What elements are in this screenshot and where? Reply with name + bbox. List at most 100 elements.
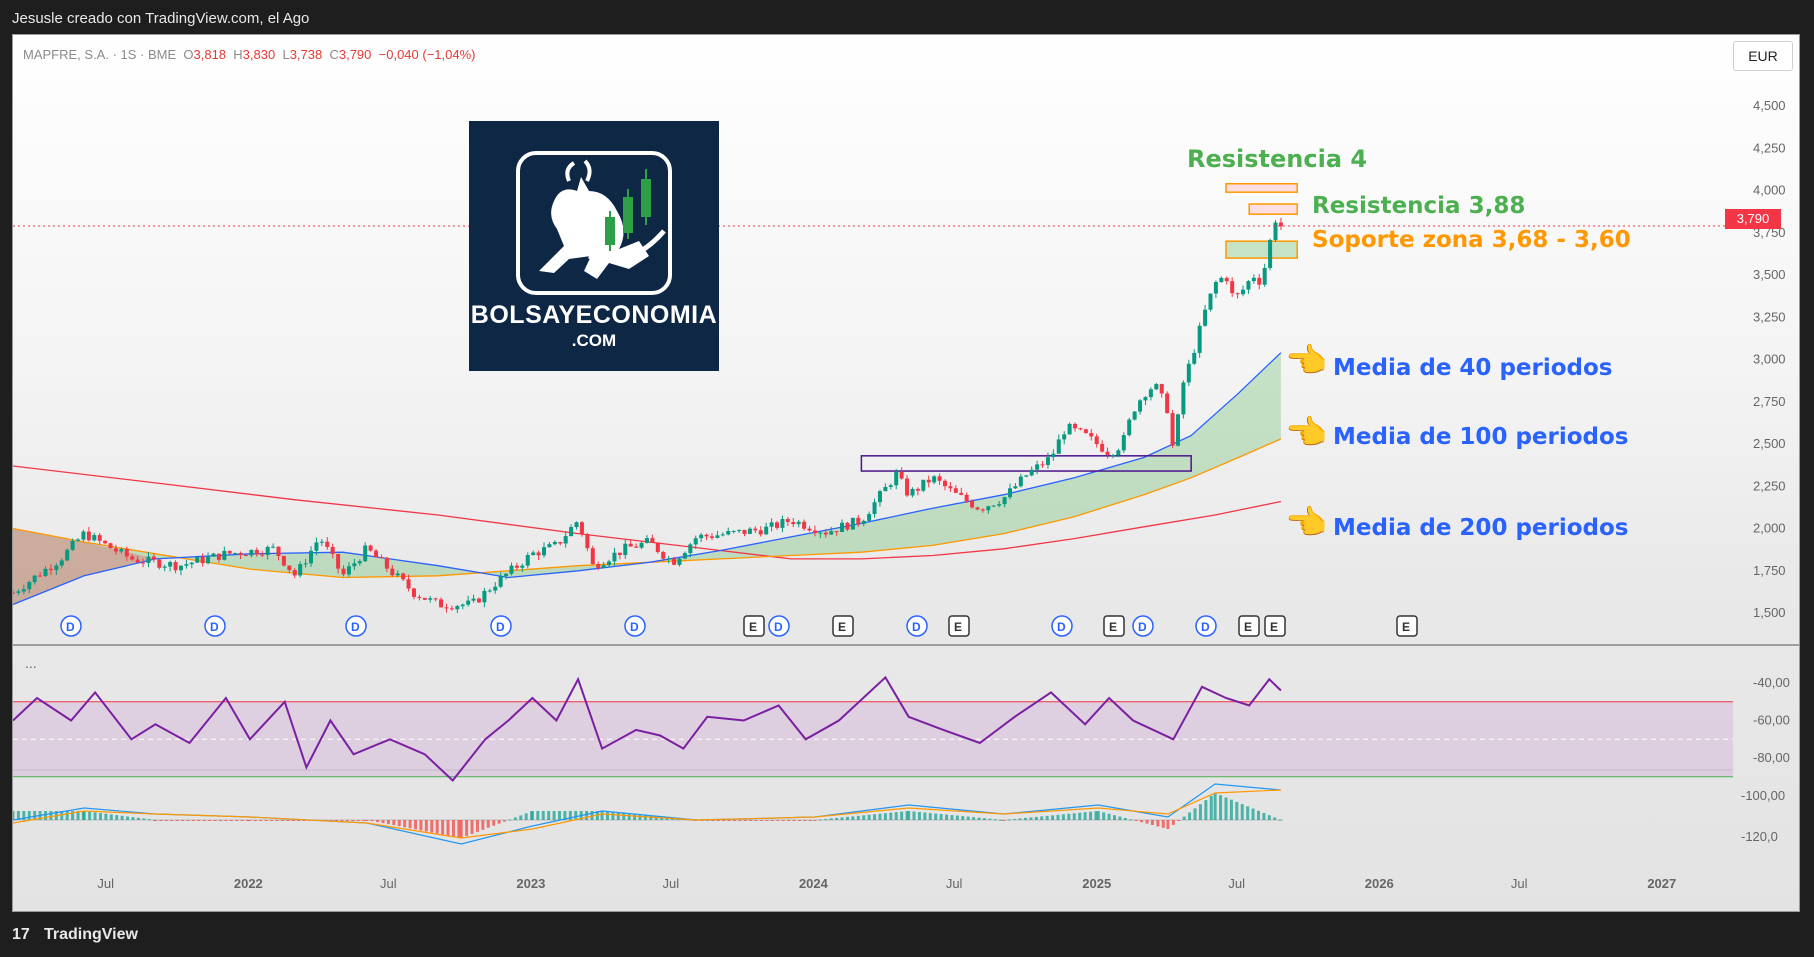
macd-histogram-bar — [280, 820, 284, 821]
macd-histogram-bar — [894, 812, 898, 820]
annotation-support-zone[interactable]: Soporte zona 3,68 - 3,60 — [1312, 227, 1631, 253]
candle-body — [504, 573, 509, 576]
macd-histogram-bar — [508, 819, 512, 821]
candle-body — [341, 568, 346, 575]
candle-body — [1192, 352, 1197, 364]
candle-body — [13, 592, 15, 594]
candle-body — [411, 588, 416, 597]
macd-histogram-bar — [202, 820, 206, 821]
candle-body — [1067, 423, 1072, 435]
macd-histogram-bar — [191, 820, 195, 821]
candle-body — [867, 514, 872, 521]
macd-histogram-bar — [397, 820, 401, 827]
candle-body — [1268, 239, 1273, 268]
candle-body — [184, 564, 189, 566]
macd-histogram-bar — [638, 814, 642, 820]
annotation-ma40[interactable]: Media de 40 periodos — [1333, 355, 1613, 381]
macd-histogram-bar — [955, 815, 959, 820]
macd-histogram-bar — [818, 819, 822, 821]
candle-body — [238, 552, 243, 556]
macd-histogram-bar — [481, 820, 485, 830]
candle-body — [379, 557, 384, 559]
y-axis-tick-label: 3,250 — [1753, 309, 1786, 324]
macd-histogram-bar — [340, 820, 344, 821]
candle-body — [1105, 451, 1110, 456]
candle-body — [54, 565, 59, 571]
event-marker-label: E — [954, 620, 962, 634]
annotation-resistance-388[interactable]: Resistencia 3,88 — [1312, 193, 1525, 219]
macd-histogram-bar — [218, 820, 222, 821]
macd-histogram-bar — [259, 820, 263, 821]
macd-histogram-bar — [1145, 820, 1149, 824]
candle-body — [298, 564, 303, 576]
macd-histogram-bar — [1134, 820, 1138, 821]
candle-body — [227, 550, 232, 554]
macd-histogram-bar — [1182, 816, 1186, 820]
candle-body — [775, 522, 780, 528]
macd-histogram-bar — [530, 811, 534, 820]
macd-histogram-bar — [519, 815, 523, 820]
currency-selector[interactable]: EUR — [1733, 41, 1793, 71]
tradingview-brand[interactable]: TradingView — [44, 926, 138, 944]
tradingview-logo-icon[interactable]: 17 — [12, 926, 30, 944]
macd-axis-tick-label: -120,0 — [1741, 829, 1778, 844]
candle-body — [1029, 469, 1034, 476]
macd-histogram-bar — [765, 820, 769, 821]
annotation-resistance-4[interactable]: Resistencia 4 — [1187, 145, 1367, 173]
bull-logo-icon — [516, 151, 672, 295]
candle-body — [406, 579, 411, 589]
candle-body — [346, 566, 351, 575]
macd-histogram-bar — [49, 811, 53, 820]
macd-histogram-bar — [224, 820, 228, 821]
annotation-ma200[interactable]: Media de 200 periodos — [1333, 515, 1629, 541]
y-axis-tick-label: 4,250 — [1753, 140, 1786, 155]
candle-body — [48, 568, 53, 571]
candle-body — [525, 555, 530, 566]
macd-histogram-bar — [381, 820, 385, 824]
close-value: 3,790 — [338, 47, 372, 62]
macd-histogram-bar — [136, 817, 140, 820]
macd-histogram-bar — [1213, 793, 1217, 820]
candle-body — [216, 553, 221, 560]
candle-body — [791, 522, 796, 525]
candle-body — [222, 550, 227, 560]
candle-body — [720, 534, 725, 536]
candle-body — [617, 552, 622, 555]
y-axis-tick-label: 1,500 — [1753, 605, 1786, 620]
brand-name: BOLSAYECONOMIA — [470, 301, 718, 329]
symbol-name[interactable]: MAPFRE, S.A. · 1S · BME — [23, 47, 176, 62]
candle-body — [861, 520, 866, 524]
annotation-ma100[interactable]: Media de 100 periodos — [1333, 424, 1629, 450]
macd-histogram-bar — [835, 817, 839, 820]
candle-body — [103, 540, 108, 544]
candle-body — [1262, 267, 1267, 285]
macd-histogram-bar — [370, 820, 374, 822]
macd-histogram-bar — [475, 820, 479, 832]
macd-histogram-bar — [109, 814, 113, 820]
macd-histogram-bar — [945, 814, 949, 820]
candle-body — [980, 509, 985, 511]
macd-histogram-bar — [1107, 813, 1111, 820]
price-zone-box — [1225, 182, 1298, 193]
candle-body — [726, 531, 731, 535]
candle-body — [840, 522, 845, 532]
candle-body — [590, 548, 595, 565]
more-options-icon[interactable]: ... — [25, 655, 37, 671]
macd-histogram-bar — [600, 811, 604, 820]
candle-body — [254, 549, 259, 555]
macd-histogram-bar — [408, 820, 412, 829]
symbol-legend[interactable]: MAPFRE, S.A. · 1S · BME O3,818 H3,830 L3… — [23, 47, 476, 62]
y-axis-tick-label: 2,750 — [1753, 394, 1786, 409]
macd-histogram-bar — [115, 815, 119, 820]
y-axis-tick-label: 2,250 — [1753, 478, 1786, 493]
chart-frame[interactable]: 4,500 4,250 4,000 3,750 3,500 3,250 3,000 2,750… — [12, 34, 1800, 912]
rsi-axis-tick-label: -80,00 — [1753, 750, 1790, 765]
chart-canvas[interactable]: 4,5004,2504,0003,7503,5003,2503,0002,750… — [13, 35, 1800, 912]
candle-body — [520, 565, 525, 568]
macd-histogram-bar — [419, 820, 423, 831]
macd-histogram-bar — [1056, 814, 1060, 820]
candle-body — [352, 563, 357, 567]
candle-body — [189, 562, 194, 565]
macd-histogram-bar — [497, 820, 501, 824]
candle-body — [915, 488, 920, 491]
